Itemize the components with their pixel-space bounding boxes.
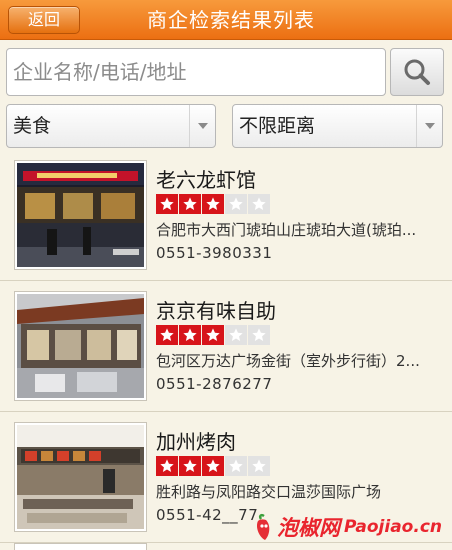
search-input[interactable] (6, 48, 386, 96)
star-icon (156, 456, 178, 476)
business-name: 京京有味自助 (156, 299, 276, 323)
dropdown-arrow-icon (416, 105, 442, 147)
star-icon (179, 194, 201, 214)
rating-stars (156, 456, 271, 476)
filter-bar: 美食 不限距离 (0, 102, 452, 148)
search-bar (0, 44, 452, 100)
star-icon (179, 456, 201, 476)
watermark-cn: 泡椒网 (277, 516, 341, 540)
business-address: 包河区万达广场金街（室外步行街）2... (156, 352, 420, 370)
star-icon (179, 325, 201, 345)
list-item[interactable]: 京京有味自助 包河区万达广场金街（室外步行街）2... 0551-2876277 (0, 281, 452, 412)
search-icon (404, 59, 430, 85)
restaurant-photo (14, 291, 147, 401)
business-address: 合肥市大西门琥珀山庄琥珀大道(琥珀... (156, 221, 417, 239)
distance-select[interactable]: 不限距离 (232, 104, 443, 148)
rating-stars (156, 194, 271, 214)
business-name: 加州烤肉 (156, 430, 236, 454)
restaurant-photo (14, 160, 147, 270)
chili-pepper-icon (257, 513, 270, 540)
star-icon (225, 194, 247, 214)
site-watermark: 泡椒网 Paojiao.cn (253, 512, 442, 542)
star-icon (156, 325, 178, 345)
category-select[interactable]: 美食 (6, 104, 216, 148)
star-icon (248, 194, 270, 214)
back-button[interactable]: 返回 (8, 6, 80, 34)
next-list-item-thumbnail (14, 543, 147, 550)
business-name: 老六龙虾馆 (156, 168, 256, 192)
list-item[interactable]: 老六龙虾馆 合肥市大西门琥珀山庄琥珀大道(琥珀... 0551-3980331 (0, 150, 452, 281)
star-icon (248, 325, 270, 345)
page-title: 商企检索结果列表 (147, 8, 315, 32)
business-address: 胜利路与凤阳路交口温莎国际广场 (156, 483, 382, 501)
star-icon (248, 456, 270, 476)
star-icon (225, 456, 247, 476)
watermark-en: Paojiao.cn (344, 517, 442, 537)
star-icon (156, 194, 178, 214)
results-list: 老六龙虾馆 合肥市大西门琥珀山庄琥珀大道(琥珀... 0551-3980331 (0, 150, 452, 543)
business-phone[interactable]: 0551-42__77 (156, 506, 258, 524)
rating-stars (156, 325, 271, 345)
dropdown-arrow-icon (189, 105, 215, 147)
star-icon (202, 456, 224, 476)
restaurant-photo (14, 422, 147, 532)
business-phone[interactable]: 0551-3980331 (156, 244, 272, 262)
star-icon (225, 325, 247, 345)
business-phone[interactable]: 0551-2876277 (156, 375, 272, 393)
star-icon (202, 325, 224, 345)
search-button[interactable] (390, 48, 444, 96)
category-value: 美食 (13, 115, 52, 137)
distance-value: 不限距离 (239, 115, 316, 137)
star-icon (202, 194, 224, 214)
title-bar: 返回 商企检索结果列表 (0, 0, 452, 40)
